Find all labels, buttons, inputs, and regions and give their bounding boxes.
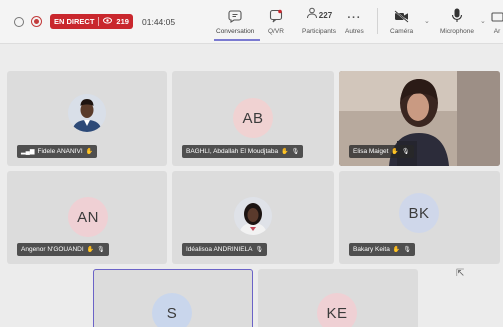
- others-label: Autres: [345, 28, 364, 35]
- camera-button[interactable]: Caméra: [390, 7, 413, 35]
- participant-nameplate: Elisa Maiget ✋ 🎙: [349, 145, 414, 158]
- microphone-options-chevron-icon[interactable]: ⌄: [480, 17, 486, 25]
- share-icon: [491, 7, 503, 23]
- raise-hand-icon: ✋: [86, 247, 95, 253]
- qr-button[interactable]: Q/VR: [268, 7, 284, 35]
- participant-tile[interactable]: KE: [258, 269, 418, 327]
- mouse-cursor-icon: ⇱: [456, 268, 465, 279]
- participant-nameplate: BAGHLI, Abdallah El Moudjtaba ✋ 🎙: [182, 145, 304, 158]
- raise-hand-icon: ✋: [391, 149, 399, 155]
- participant-avatar: AB: [233, 98, 273, 138]
- qa-icon: [269, 7, 283, 23]
- participants-button[interactable]: 227 Participants: [302, 7, 336, 35]
- active-speaker-outline: [93, 269, 253, 327]
- conversation-button[interactable]: Conversation: [216, 7, 254, 35]
- viewer-count: 219: [116, 17, 129, 26]
- signal-icon: ▂▄▆: [21, 149, 35, 155]
- participant-nameplate: ▂▄▆ Fidele ANANIVI ✋: [17, 145, 98, 158]
- toolbar-divider: [377, 8, 378, 34]
- microphone-button[interactable]: Microphone: [440, 7, 474, 35]
- participant-name: Bakary Keita: [353, 246, 390, 253]
- ellipsis-icon: ···: [347, 12, 362, 24]
- camera-label: Caméra: [390, 28, 414, 35]
- participant-name: Elisa Maiget: [353, 148, 389, 155]
- participant-tile[interactable]: BK Bakary Keita ✋ 🎙: [339, 171, 500, 264]
- share-button[interactable]: Ar: [491, 7, 503, 35]
- meeting-timer: 01:44:05: [142, 17, 176, 27]
- camera-off-icon: [393, 7, 410, 23]
- participant-video-tile[interactable]: Elisa Maiget ✋ 🎙: [339, 71, 500, 166]
- participant-avatar: KE: [317, 293, 357, 327]
- participant-nameplate: Angenor N'GOUANDI ✋ 🎙: [17, 243, 109, 256]
- chat-icon: [228, 7, 242, 23]
- live-label: EN DIRECT: [54, 17, 95, 26]
- conversation-label: Conversation: [216, 28, 255, 35]
- participant-name: Idéalisoa ANDRINIELA: [186, 246, 253, 253]
- participant-tile[interactable]: Idéalisoa ANDRINIELA 🎙: [172, 171, 334, 264]
- participant-nameplate: Bakary Keita ✋ 🎙: [349, 243, 415, 256]
- microphone-icon: [451, 7, 463, 23]
- shield-icon[interactable]: [14, 17, 24, 27]
- participant-name: Fidele ANANIVI: [37, 148, 83, 155]
- participant-tile[interactable]: ▂▄▆ Fidele ANANIVI ✋: [7, 71, 167, 166]
- mic-muted-icon: 🎙: [403, 247, 411, 253]
- participant-tile[interactable]: AN Angenor N'GOUANDI ✋ 🎙: [7, 171, 167, 264]
- active-tab-indicator: [214, 39, 260, 41]
- participants-count: 227: [318, 10, 333, 20]
- participant-avatar: BK: [399, 193, 439, 233]
- mic-muted-icon: 🎙: [291, 149, 300, 155]
- qr-label: Q/VR: [268, 28, 284, 35]
- meeting-toolbar: EN DIRECT 219 01:44:05 Conversation Q/VR…: [0, 0, 503, 44]
- mic-muted-icon: 🎙: [97, 247, 105, 253]
- participants-label: Participants: [302, 28, 336, 35]
- participant-avatar: AN: [68, 197, 108, 237]
- overflow-label: Ar: [493, 28, 501, 35]
- mic-muted-icon: 🎙: [401, 149, 410, 155]
- participant-name: Angenor N'GOUANDI: [21, 246, 84, 253]
- live-badge[interactable]: EN DIRECT 219: [50, 14, 133, 29]
- video-grid: ▂▄▆ Fidele ANANIVI ✋ AB BAGHLI, Abdallah…: [0, 44, 503, 327]
- participant-name: BAGHLI, Abdallah El Moudjtaba: [186, 148, 279, 155]
- viewers-icon: [103, 17, 113, 26]
- more-button[interactable]: ··· Autres: [345, 7, 364, 36]
- participant-tile[interactable]: AB BAGHLI, Abdallah El Moudjtaba ✋ 🎙: [172, 71, 334, 166]
- camera-options-chevron-icon[interactable]: ⌄: [424, 17, 430, 25]
- raise-hand-icon: ✋: [281, 149, 289, 155]
- microphone-label: Microphone: [440, 28, 474, 35]
- participant-photo: [234, 197, 272, 235]
- raise-hand-icon: ✋: [392, 247, 401, 253]
- participant-nameplate: Idéalisoa ANDRINIELA 🎙: [182, 243, 268, 256]
- mic-muted-icon: 🎙: [255, 247, 264, 253]
- raise-hand-icon: ✋: [85, 149, 94, 155]
- people-icon: [306, 6, 318, 24]
- recording-icon: [31, 16, 42, 27]
- participant-photo: [68, 94, 106, 132]
